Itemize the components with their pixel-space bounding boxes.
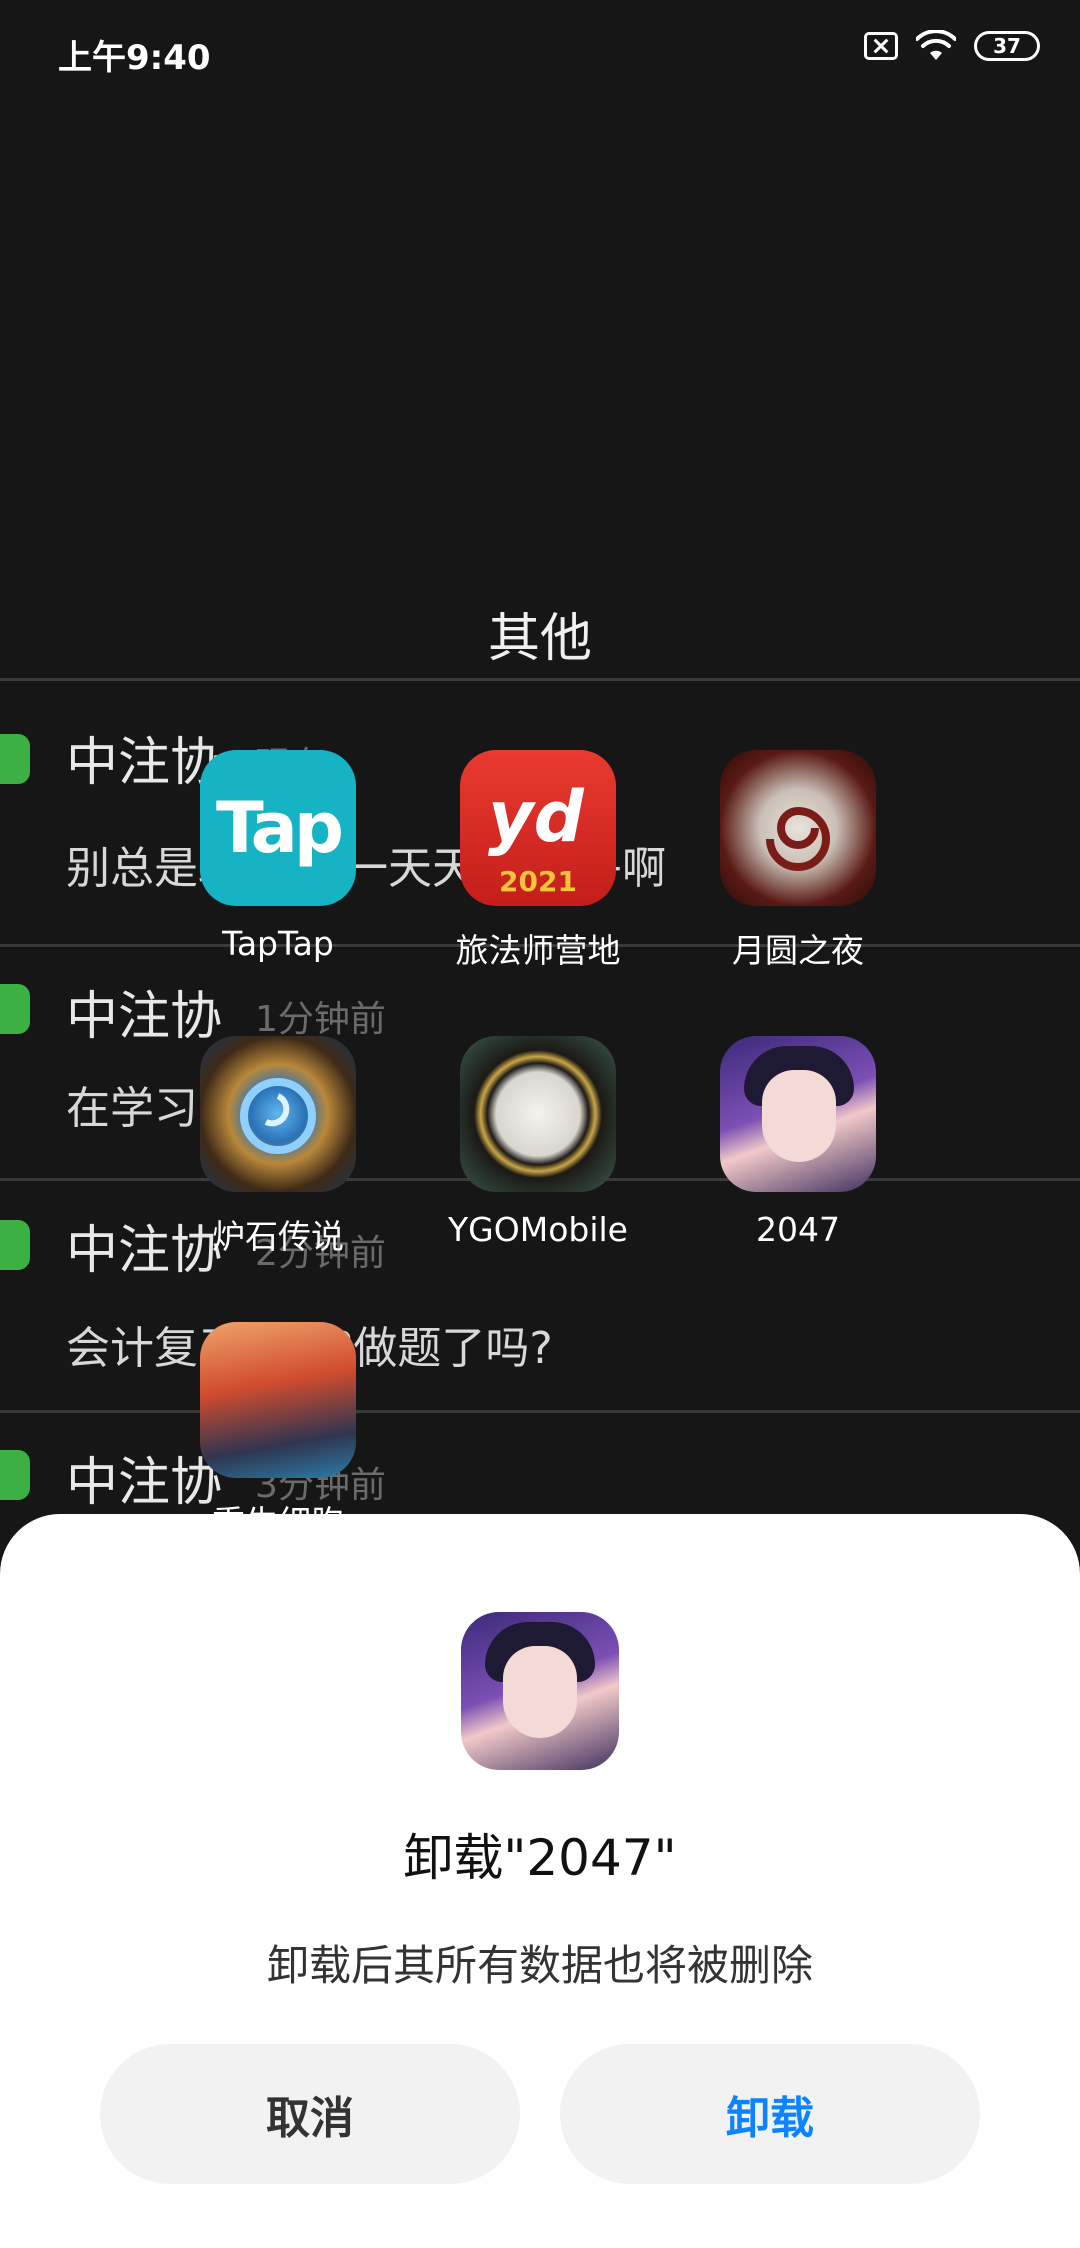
- app-2047-icon: [461, 1612, 619, 1770]
- app-dead-cells[interactable]: 重生细胞: [200, 1322, 356, 1542]
- app-yd-camp[interactable]: yd 2021 旅法师营地: [456, 750, 621, 970]
- dialog-description: 卸载后其所有数据也将被删除: [266, 1941, 813, 1990]
- app-label: 2047: [756, 1210, 840, 1249]
- uninstall-button[interactable]: 卸载: [560, 2044, 980, 2184]
- sim-off-icon: [864, 32, 898, 60]
- uninstall-dialog: 卸载"2047" 卸载后其所有数据也将被删除 取消 卸载: [0, 1514, 1080, 2248]
- status-icons: 37: [864, 30, 1040, 62]
- message-app-icon: [0, 984, 30, 1034]
- folder-title: 其他: [487, 609, 592, 669]
- ygomobile-icon: [460, 1036, 616, 1192]
- message-sender: 中注协: [66, 987, 223, 1047]
- taptap-logo-text: Tap: [215, 787, 344, 869]
- yd-logo-text: yd: [488, 776, 584, 858]
- divider: [0, 678, 1080, 681]
- app-hearthstone[interactable]: 炉石传说: [200, 1036, 356, 1256]
- message-time: 1分钟前: [255, 999, 386, 1040]
- moon-swirl-icon: [766, 806, 830, 871]
- hearthstone-emblem: [240, 1078, 316, 1154]
- cancel-button[interactable]: 取消: [100, 2044, 520, 2184]
- status-time: 上午9:40: [58, 38, 211, 78]
- app-2047[interactable]: 2047: [720, 1036, 876, 1249]
- moon-night-icon: [720, 750, 876, 906]
- yd-camp-icon: yd 2021: [460, 750, 616, 906]
- dialog-title: 卸载"2047": [403, 1829, 677, 1887]
- status-bar: 上午9:40 37: [0, 0, 1080, 100]
- app-label: 月圆之夜: [732, 931, 864, 970]
- character-face: [503, 1646, 577, 1738]
- message-app-icon: [0, 734, 30, 784]
- yd-year: 2021: [499, 865, 577, 898]
- message-sender: 中注协: [66, 733, 223, 793]
- app-2047-icon: [720, 1036, 876, 1192]
- message-app-icon: [0, 1450, 30, 1500]
- app-ygomobile[interactable]: YGOMobile: [448, 1036, 628, 1249]
- app-taptap[interactable]: Tap TapTap: [200, 750, 356, 963]
- divider: [0, 1410, 1080, 1413]
- taptap-icon: Tap: [200, 750, 356, 906]
- character-face: [762, 1070, 836, 1162]
- app-moon-night[interactable]: 月圆之夜: [720, 750, 876, 970]
- hearthstone-icon: [200, 1036, 356, 1192]
- battery-icon: 37: [974, 31, 1040, 61]
- dead-cells-icon: [200, 1322, 356, 1478]
- wifi-icon: [916, 30, 956, 60]
- message-app-icon: [0, 1220, 30, 1270]
